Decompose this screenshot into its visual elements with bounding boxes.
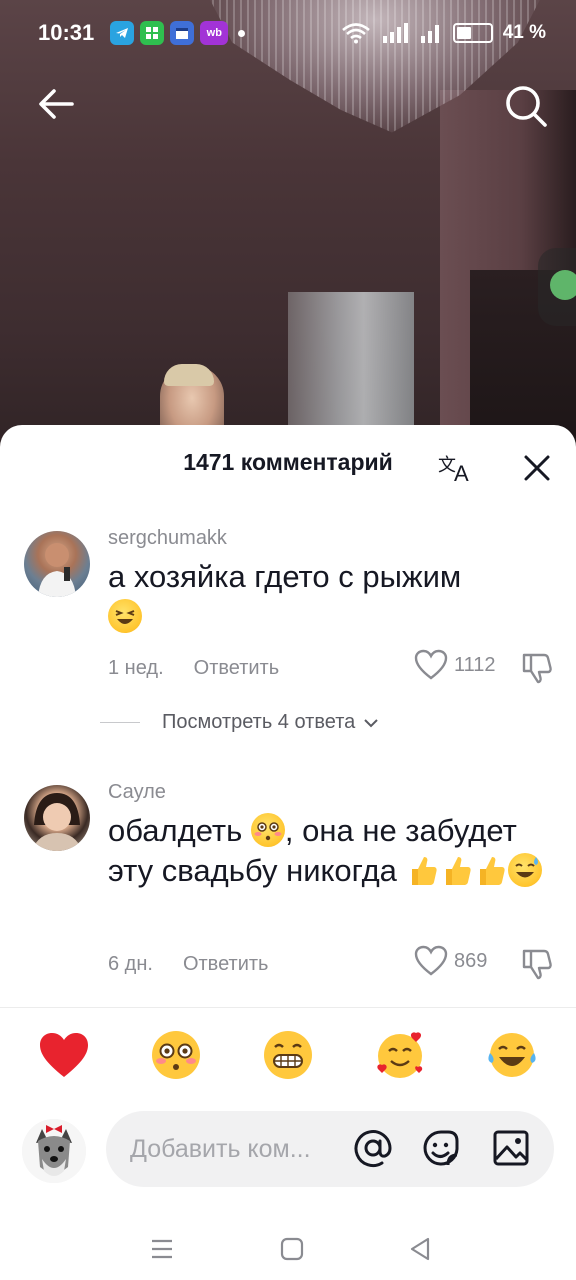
grinning-emoji[interactable] — [262, 1029, 314, 1081]
reply-button[interactable]: Ответить — [194, 657, 280, 680]
comment-username[interactable]: Сауле — [108, 781, 166, 804]
thumbs-down-icon — [522, 949, 552, 980]
notification-icons: wb — [110, 21, 246, 45]
translate-button[interactable]: 文 A — [436, 449, 476, 486]
schnauzer-avatar-image — [22, 1119, 86, 1183]
menu-icon — [152, 1239, 172, 1259]
like-button[interactable]: 869 — [414, 945, 487, 977]
image-icon — [493, 1130, 529, 1166]
sweat-smile-emoji — [507, 853, 542, 887]
avatar-image — [32, 793, 82, 851]
status-indicators: 41 % — [341, 22, 546, 44]
menu-button[interactable] — [146, 1233, 178, 1265]
dislike-button[interactable] — [520, 947, 554, 981]
comments-header: 1471 комментарий 文 A — [0, 425, 576, 511]
battery-percent: 41 % — [502, 22, 546, 43]
heart-outline-icon — [414, 649, 448, 680]
comment-input-placeholder: Добавить ком... — [130, 1135, 311, 1163]
side-panel-avatar — [550, 270, 576, 300]
status-time: 10:31 — [38, 20, 95, 45]
red-heart-emoji[interactable] — [38, 1029, 90, 1081]
battery-icon — [452, 23, 493, 43]
chevron-down-icon — [364, 718, 378, 727]
flushed-emoji — [250, 813, 285, 847]
laughing-squint-emoji — [108, 599, 142, 633]
dislike-button[interactable] — [520, 651, 554, 685]
wildberries-icon: wb — [200, 21, 229, 45]
flushed-emoji[interactable] — [150, 1029, 202, 1081]
thumbs-up-emoji — [406, 853, 440, 887]
like-count: 869 — [454, 949, 488, 972]
comment-age: 1 нед. — [108, 657, 164, 679]
like-count: 1112 — [454, 653, 496, 676]
video-player[interactable] — [0, 0, 576, 470]
smiling-hearts-emoji[interactable] — [374, 1029, 426, 1081]
avatar[interactable] — [24, 785, 90, 851]
heart-outline-icon — [414, 945, 448, 976]
signal-icon — [382, 23, 408, 43]
mention-button[interactable] — [352, 1127, 394, 1169]
thumbs-down-icon — [522, 653, 552, 684]
back-button[interactable] — [34, 82, 78, 126]
video-person-hair — [164, 364, 214, 386]
comment-text: обалдеть , она не забудет эту свадьбу ни… — [108, 811, 548, 891]
emoji-button[interactable] — [420, 1127, 462, 1169]
comment-input-row: Добавить ком... — [0, 1109, 576, 1189]
comment-meta: 6 дн. Ответить — [108, 953, 268, 976]
comments-sheet: 1471 комментарий 文 A sergchumakk а хозяй… — [0, 425, 576, 1280]
comment-meta: 1 нед. Ответить — [108, 657, 279, 680]
back-nav-button[interactable] — [404, 1233, 436, 1265]
search-button[interactable] — [502, 82, 550, 130]
avatar[interactable] — [24, 531, 90, 597]
side-panel-tab[interactable] — [538, 248, 576, 326]
close-button[interactable] — [520, 451, 554, 485]
at-icon — [354, 1130, 392, 1168]
status-bar: 10:31 wb 41 % — [0, 0, 576, 66]
telegram-icon — [110, 21, 135, 45]
thumbs-up-emoji — [474, 853, 508, 887]
comment-username[interactable]: sergchumakk — [108, 527, 227, 550]
back-triangle-icon — [410, 1237, 430, 1261]
view-replies-button[interactable]: Посмотреть 4 ответа — [100, 711, 379, 734]
signal-icon-2 — [420, 25, 439, 43]
search-icon — [506, 86, 547, 127]
avatar-image — [38, 543, 76, 597]
svg-text:A: A — [454, 461, 469, 485]
wifi-icon — [341, 23, 370, 44]
comments-count-title: 1471 комментарий — [183, 449, 393, 475]
reply-button[interactable]: Ответить — [183, 953, 269, 976]
calendar-app-icon — [170, 21, 195, 45]
emoji-icon — [423, 1130, 459, 1166]
comment-input[interactable]: Добавить ком... — [106, 1111, 554, 1187]
comment-text-part-1: обалдеть — [108, 813, 243, 848]
home-button[interactable] — [276, 1233, 308, 1265]
home-square-icon — [280, 1237, 304, 1261]
comment-text-body: а хозяйка гдето с рыжим — [108, 559, 462, 594]
like-button[interactable]: 1112 — [414, 649, 496, 681]
arrow-left-icon — [39, 89, 74, 119]
grid-app-icon — [140, 21, 165, 45]
close-icon — [524, 455, 550, 481]
my-avatar[interactable] — [22, 1119, 86, 1183]
more-notifications-dot — [238, 29, 246, 37]
translate-icon: 文 A — [438, 455, 469, 486]
thumbs-up-emoji — [440, 853, 474, 887]
quick-reactions — [0, 1029, 576, 1101]
sheet-divider — [0, 1007, 576, 1008]
comment-text: а хозяйка гдето с рыжим — [108, 557, 548, 637]
system-nav-bar — [0, 1221, 576, 1277]
replies-divider — [100, 722, 140, 723]
image-button[interactable] — [490, 1127, 532, 1169]
comment-age: 6 дн. — [108, 953, 153, 975]
tears-of-joy-emoji[interactable] — [486, 1029, 538, 1081]
view-replies-label: Посмотреть 4 ответа — [162, 711, 356, 733]
